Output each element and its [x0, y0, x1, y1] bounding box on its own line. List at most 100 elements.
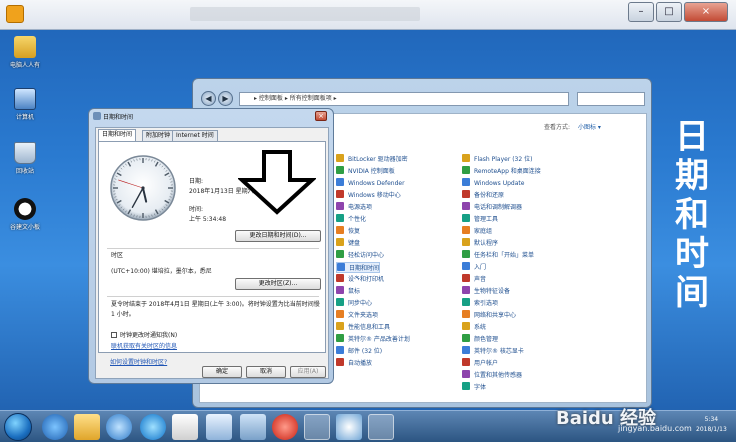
link-how-to-set-clock[interactable]: 如何设置时钟和时区? — [110, 357, 167, 366]
cp-item-label: Windows Update — [474, 180, 525, 187]
ok-button[interactable]: 确定 — [202, 366, 242, 378]
tab-internet-time[interactable]: Internet 时间 — [172, 130, 218, 141]
cp-item-icon — [462, 250, 470, 258]
ie-icon[interactable] — [42, 414, 68, 440]
photos-icon[interactable] — [172, 414, 198, 440]
cp-item[interactable]: 电话和调制解调器 — [462, 202, 522, 213]
cp-item[interactable]: 同步中心 — [336, 298, 372, 309]
dialog-close-button[interactable]: × — [315, 111, 327, 121]
banner-char: 和 — [675, 195, 709, 235]
cp-item[interactable]: 生物特征设备 — [462, 286, 510, 297]
cp-item[interactable]: Flash Player (32 位) — [462, 154, 532, 165]
cp-item[interactable]: 恢复 — [336, 226, 360, 237]
cp-item[interactable]: 轻松访问中心 — [336, 250, 384, 261]
cp-item[interactable]: 英特尔® 产品改善计划 — [336, 334, 410, 345]
cp-item-label: 字体 — [474, 384, 487, 391]
change-date-time-button[interactable]: 更改日期和时间(D)... — [235, 230, 321, 242]
cp-item[interactable]: Windows Update — [462, 178, 524, 189]
cp-item-icon — [462, 310, 470, 318]
cp-item[interactable]: 用户帐户 — [462, 358, 498, 369]
minimize-button[interactable]: – — [628, 2, 654, 22]
apply-button[interactable]: 应用(A) — [290, 366, 326, 378]
tab-date-time[interactable]: 日期和时间 — [98, 129, 137, 141]
cp-item[interactable]: NVIDIA 控制面板 — [336, 166, 395, 177]
cp-item[interactable]: Windows Defender — [336, 178, 405, 189]
cp-item[interactable]: 入门 — [462, 262, 486, 273]
address-bar-row: ◀ ▶ ▸ 控制面板 ▸ 所有控制面板项 ▸ — [201, 91, 645, 107]
media-icon[interactable] — [106, 414, 132, 440]
cp-item-icon — [462, 154, 470, 162]
tool-icon[interactable] — [336, 414, 362, 440]
view-by-dropdown[interactable]: 小图标 ▾ — [578, 124, 601, 131]
back-button[interactable]: ◀ — [201, 91, 216, 106]
close-button[interactable]: × — [684, 2, 728, 22]
start-button[interactable] — [4, 413, 32, 441]
tray-clock[interactable]: 5:34 2018/1/13 — [696, 415, 727, 435]
cp-item-icon — [336, 322, 344, 330]
cp-item[interactable]: 系统 — [462, 322, 486, 333]
cp-item[interactable]: 文件夹选项 — [336, 310, 378, 321]
desktop-icon-computer[interactable]: 计算机 — [6, 88, 44, 121]
desktop-icon-label: 谷建文小板 — [9, 224, 40, 231]
cp-item-label: 同步中心 — [348, 300, 373, 307]
cp-item[interactable]: 日期和时间 — [336, 262, 381, 273]
cp-item[interactable]: 键盘 — [336, 238, 360, 249]
browser-icon[interactable] — [140, 414, 166, 440]
cp-item-icon — [462, 202, 470, 210]
cp-item[interactable]: Windows 移动中心 — [336, 190, 401, 201]
tab-additional-clocks[interactable]: 附加时钟 — [142, 130, 175, 141]
cp-item-icon — [336, 202, 344, 210]
cp-item-icon — [336, 238, 344, 246]
view-by[interactable]: 查看方式: 小图标 ▾ — [544, 122, 601, 131]
network-icon[interactable] — [206, 414, 232, 440]
datetime-taskbar-icon[interactable] — [368, 414, 394, 440]
divider — [107, 248, 319, 249]
cp-item[interactable]: BitLocker 驱动器加密 — [336, 154, 408, 165]
cp-item-label: BitLocker 驱动器加密 — [348, 156, 408, 163]
cp-item[interactable]: RemoteApp 和桌面连接 — [462, 166, 541, 177]
cp-item[interactable]: 管理工具 — [462, 214, 498, 225]
cp-item-label: Windows 移动中心 — [348, 192, 401, 199]
timezone-label: 时区 — [111, 252, 124, 259]
desktop-icon-panda[interactable]: 谷建文小板 — [6, 198, 44, 231]
cp-item[interactable]: 性能信息和工具 — [336, 322, 390, 333]
checkbox-box[interactable] — [111, 332, 117, 338]
change-timezone-button[interactable]: 更改时区(Z)... — [235, 278, 321, 290]
cp-item-icon — [462, 166, 470, 174]
cp-item[interactable]: 自动播放 — [336, 358, 372, 369]
cp-item[interactable]: 邮件 (32 位) — [336, 346, 382, 357]
forward-button[interactable]: ▶ — [218, 91, 233, 106]
control-panel-taskbar-icon[interactable] — [304, 414, 330, 440]
cp-item[interactable]: 默认程序 — [462, 238, 498, 249]
cp-item[interactable]: 字体 — [462, 382, 486, 393]
desktop-icon-user-folder[interactable]: 电脑人人有 — [6, 36, 44, 69]
cp-item-label: 系统 — [474, 324, 487, 331]
cp-item[interactable]: 鼠标 — [336, 286, 360, 297]
cp-item[interactable]: 任务栏和「开始」菜单 — [462, 250, 534, 261]
cp-item[interactable]: 英特尔® 核芯显卡 — [462, 346, 524, 357]
cp-item[interactable]: 家庭组 — [462, 226, 492, 237]
folder-icon[interactable] — [240, 414, 266, 440]
cp-item[interactable]: 索引选项 — [462, 298, 498, 309]
cp-item-label: Flash Player (32 位) — [474, 156, 533, 163]
cp-item-icon — [462, 190, 470, 198]
cp-item[interactable]: 位置和其他传感器 — [462, 370, 522, 381]
desktop-icon-recycle-bin[interactable]: 回收站 — [6, 142, 44, 175]
cp-item[interactable]: 备份和还原 — [462, 190, 504, 201]
cp-item[interactable]: 声音 — [462, 274, 486, 285]
explorer-icon[interactable] — [74, 414, 100, 440]
cancel-button[interactable]: 取消 — [246, 366, 286, 378]
cp-item[interactable]: 个性化 — [336, 214, 366, 225]
cp-item[interactable]: 网络和共享中心 — [462, 310, 516, 321]
link-online-timezone-info[interactable]: 联机获取有关时区的信息 — [111, 341, 177, 350]
cp-item[interactable]: 电源选项 — [336, 202, 372, 213]
search-input[interactable] — [577, 92, 645, 106]
app-icon-red[interactable] — [272, 414, 298, 440]
cp-item[interactable]: 颜色管理 — [462, 334, 498, 345]
cp-item-icon — [462, 274, 470, 282]
notify-checkbox[interactable]: 时钟更改时通知我(N) — [111, 330, 177, 339]
dialog-title: 日期和时间 — [103, 114, 134, 121]
address-bar[interactable]: ▸ 控制面板 ▸ 所有控制面板项 ▸ — [239, 92, 569, 106]
maximize-button[interactable]: □ — [656, 2, 682, 22]
cp-item-icon — [336, 178, 344, 186]
